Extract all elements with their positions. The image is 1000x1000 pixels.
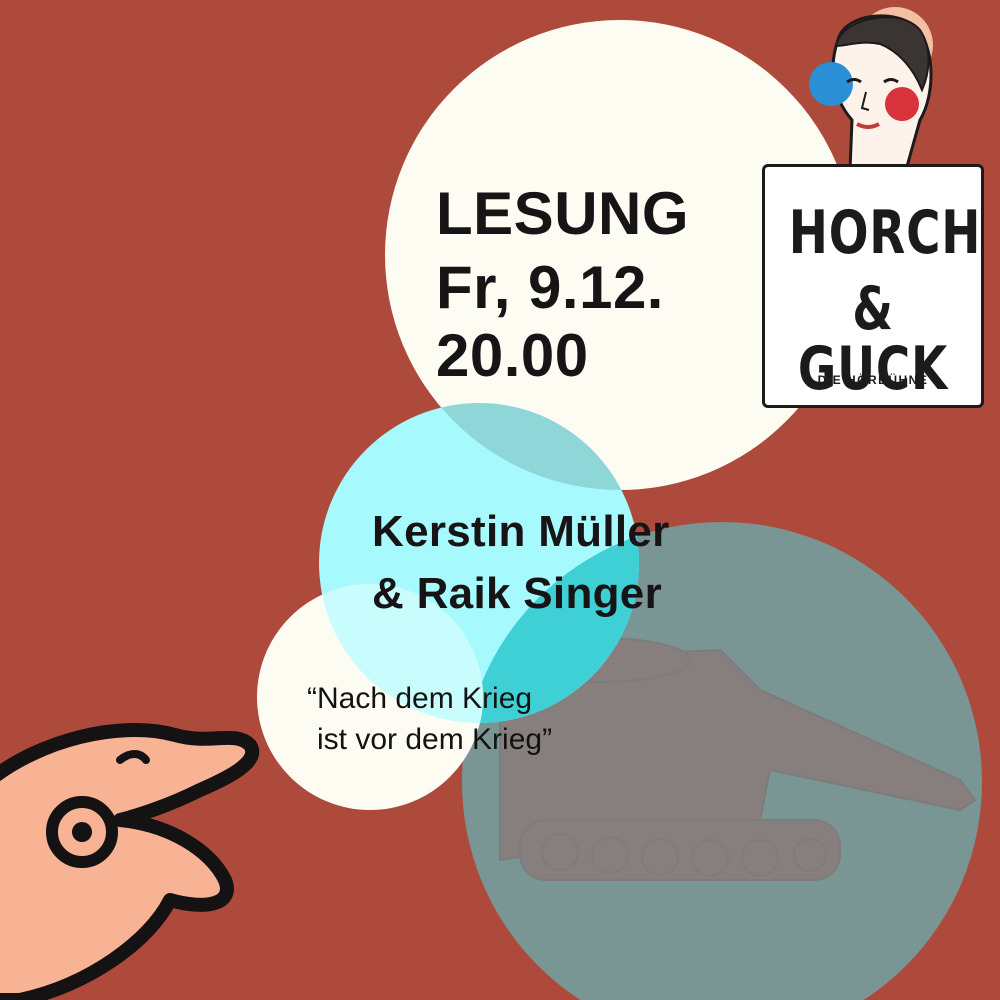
author-line-1: Kerstin Müller <box>372 507 670 556</box>
author-line-2: & Raik Singer <box>372 569 662 618</box>
event-poster: HORCH & GUCK • DIE HÖRBÜHNE • LESUNG Fr,… <box>0 0 1000 1000</box>
event-time: 20.00 <box>436 322 589 389</box>
quote-line-2: ist vor dem Krieg” <box>317 723 553 756</box>
event-type: LESUNG <box>436 180 690 247</box>
logo-title-line-1: HORCH <box>788 198 982 268</box>
quote-line-1: “Nach dem Krieg <box>307 682 533 715</box>
horch-und-guck-logo: HORCH & GUCK • DIE HÖRBÜHNE • <box>762 164 984 408</box>
event-date: Fr, 9.12. <box>436 254 664 321</box>
logo-tagline: • DIE HÖRBÜHNE • <box>807 373 939 387</box>
